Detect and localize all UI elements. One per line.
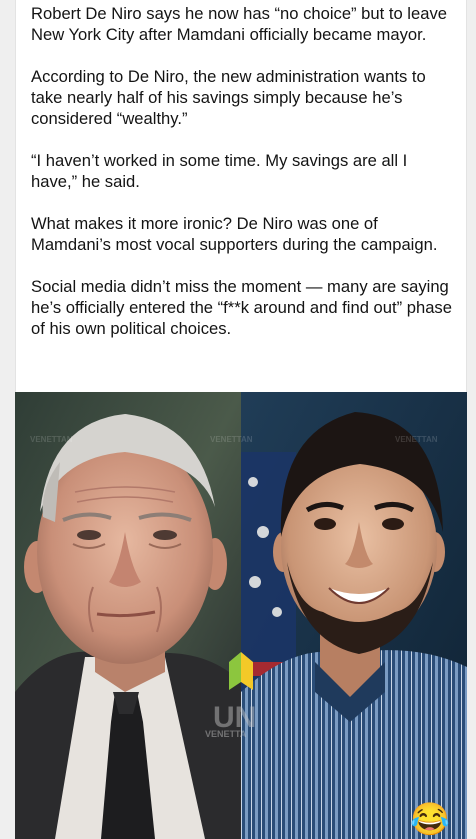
watermark-subtext: VENETTA: [205, 729, 247, 739]
post-card: Robert De Niro says he now has “no choic…: [15, 0, 467, 392]
post-body: Robert De Niro says he now has “no choic…: [31, 3, 456, 360]
side-by-side-portrait-image: UN VENETTA VENETTAN VENETTAN VENETTAN: [15, 392, 467, 839]
post-paragraph: “I haven’t worked in some time. My savin…: [31, 151, 408, 191]
post-paragraph: Robert De Niro says he now has “no choic…: [31, 4, 447, 44]
svg-text:VENETTAN: VENETTAN: [30, 435, 73, 444]
svg-text:VENETTAN: VENETTAN: [210, 435, 253, 444]
laughing-crying-emoji-icon[interactable]: 😂: [408, 800, 452, 839]
reaction-emoji: 😂: [410, 801, 450, 837]
post-paragraph: What makes it more ironic? De Niro was o…: [31, 214, 438, 254]
post-image[interactable]: UN VENETTA VENETTAN VENETTAN VENETTAN: [15, 392, 467, 839]
post-paragraph: Social media didn’t miss the moment — ma…: [31, 277, 452, 338]
watermark: UN VENETTA: [205, 701, 256, 739]
post-paragraph: According to De Niro, the new administra…: [31, 67, 426, 128]
svg-text:VENETTAN: VENETTAN: [395, 435, 438, 444]
